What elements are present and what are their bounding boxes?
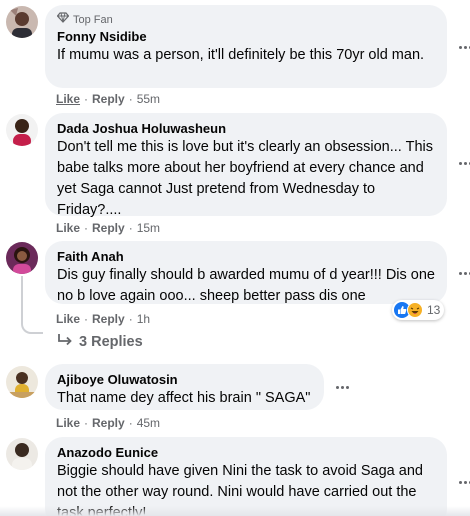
- more-options-icon[interactable]: [455, 474, 470, 490]
- like-button[interactable]: Like: [56, 91, 80, 107]
- separator: ·: [128, 221, 133, 235]
- reaction-summary[interactable]: 13: [392, 300, 445, 320]
- comment-author[interactable]: Fonny Nsidibe: [57, 28, 435, 45]
- badge-label: Top Fan: [73, 13, 113, 26]
- reply-button[interactable]: Reply: [92, 91, 125, 107]
- comment-timestamp[interactable]: 15m: [137, 220, 160, 236]
- thread-line: [21, 276, 43, 334]
- comment-bubble: Faith Anah Dis guy finally should b awar…: [45, 241, 447, 304]
- comment-text: Don't tell me this is love but it's clea…: [57, 139, 433, 218]
- comment-timestamp[interactable]: 55m: [137, 91, 160, 107]
- avatar[interactable]: [6, 366, 38, 398]
- avatar[interactable]: [6, 6, 38, 38]
- separator: ·: [128, 92, 133, 106]
- comment-author[interactable]: Dada Joshua Holuwasheun: [57, 120, 435, 137]
- comment-bubble: Dada Joshua Holuwasheun Don't tell me th…: [45, 113, 447, 218]
- more-options-icon[interactable]: [455, 155, 470, 171]
- more-options-icon[interactable]: [332, 379, 352, 395]
- view-replies-button[interactable]: 3 Replies: [57, 333, 143, 351]
- reply-arrow-icon: [57, 333, 73, 351]
- haha-reaction-icon: [407, 302, 423, 318]
- separator: ·: [84, 92, 89, 106]
- more-options-icon[interactable]: [455, 265, 470, 281]
- avatar[interactable]: [6, 114, 38, 146]
- more-options-icon[interactable]: [455, 39, 470, 55]
- separator: ·: [128, 312, 133, 326]
- avatar[interactable]: [6, 438, 38, 470]
- top-fan-badge: Top Fan: [56, 12, 435, 27]
- comment-text: That name dey affect his brain " SAGA": [57, 390, 311, 406]
- reply-button[interactable]: Reply: [92, 220, 125, 236]
- reply-button[interactable]: Reply: [92, 415, 125, 431]
- separator: ·: [84, 312, 89, 326]
- comment-timestamp[interactable]: 1h: [137, 311, 150, 327]
- comment-actions: Like · Reply · 55m: [56, 91, 160, 107]
- comment-actions: Like · Reply · 1h: [56, 311, 150, 327]
- comment-author[interactable]: Faith Anah: [57, 248, 435, 265]
- comment-actions: Like · Reply · 45m: [56, 415, 160, 431]
- separator: ·: [84, 416, 89, 430]
- replies-label: 3 Replies: [79, 334, 143, 350]
- scroll-fade: [0, 506, 470, 516]
- comment-bubble: Top Fan Fonny Nsidibe If mumu was a pers…: [45, 5, 447, 88]
- comment-timestamp[interactable]: 45m: [137, 415, 160, 431]
- diamond-icon: [56, 12, 70, 27]
- separator: ·: [84, 221, 89, 235]
- like-button[interactable]: Like: [56, 220, 80, 236]
- like-button[interactable]: Like: [56, 311, 80, 327]
- comment-actions: Like · Reply · 15m: [56, 220, 160, 236]
- like-button[interactable]: Like: [56, 415, 80, 431]
- comment-bubble: Anazodo Eunice Biggie should have given …: [45, 437, 447, 516]
- separator: ·: [128, 416, 133, 430]
- reply-button[interactable]: Reply: [92, 311, 125, 327]
- comment-author[interactable]: Anazodo Eunice: [57, 444, 435, 461]
- comment-author[interactable]: Ajiboye Oluwatosin: [57, 371, 312, 388]
- comment-text: If mumu was a person, it'll definitely b…: [57, 47, 425, 63]
- reaction-count: 13: [427, 303, 441, 317]
- comment-text: Dis guy finally should b awarded mumu of…: [57, 267, 435, 304]
- comment-bubble: Ajiboye Oluwatosin That name dey affect …: [45, 364, 324, 410]
- avatar[interactable]: [6, 242, 38, 274]
